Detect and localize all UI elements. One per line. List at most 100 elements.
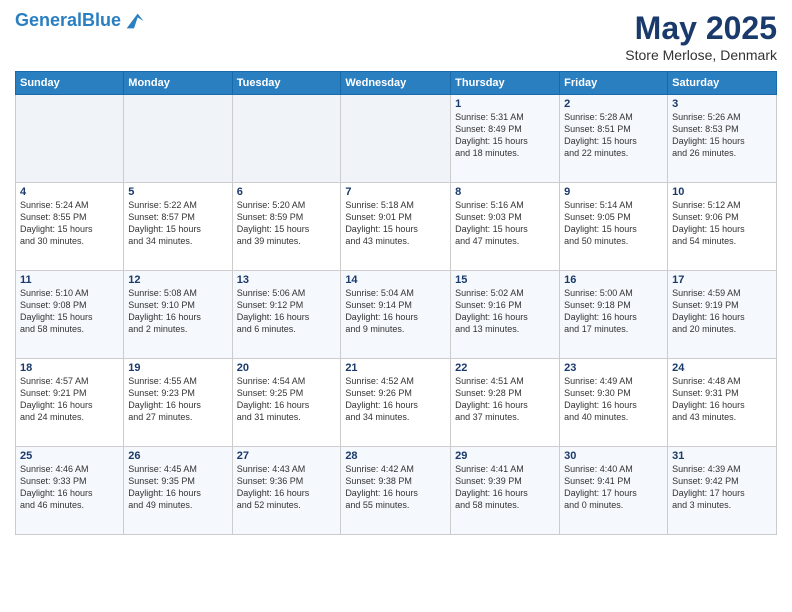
day-info: Sunrise: 5:31 AM Sunset: 8:49 PM Dayligh…	[455, 111, 555, 160]
day-number: 16	[564, 274, 663, 286]
day-info: Sunrise: 5:14 AM Sunset: 9:05 PM Dayligh…	[564, 199, 663, 248]
day-number: 27	[237, 450, 337, 462]
weekday-header-row: SundayMondayTuesdayWednesdayThursdayFrid…	[16, 72, 777, 95]
day-info: Sunrise: 4:46 AM Sunset: 9:33 PM Dayligh…	[20, 463, 119, 512]
day-number: 15	[455, 274, 555, 286]
day-number: 31	[672, 450, 772, 462]
weekday-header-friday: Friday	[560, 72, 668, 95]
day-cell: 10Sunrise: 5:12 AM Sunset: 9:06 PM Dayli…	[668, 183, 777, 271]
day-cell: 4Sunrise: 5:24 AM Sunset: 8:55 PM Daylig…	[16, 183, 124, 271]
day-number: 10	[672, 186, 772, 198]
day-cell: 8Sunrise: 5:16 AM Sunset: 9:03 PM Daylig…	[451, 183, 560, 271]
day-info: Sunrise: 5:04 AM Sunset: 9:14 PM Dayligh…	[345, 287, 446, 336]
day-info: Sunrise: 5:12 AM Sunset: 9:06 PM Dayligh…	[672, 199, 772, 248]
day-cell: 11Sunrise: 5:10 AM Sunset: 9:08 PM Dayli…	[16, 271, 124, 359]
day-cell: 5Sunrise: 5:22 AM Sunset: 8:57 PM Daylig…	[124, 183, 232, 271]
day-info: Sunrise: 4:39 AM Sunset: 9:42 PM Dayligh…	[672, 463, 772, 512]
day-cell: 16Sunrise: 5:00 AM Sunset: 9:18 PM Dayli…	[560, 271, 668, 359]
day-info: Sunrise: 4:54 AM Sunset: 9:25 PM Dayligh…	[237, 375, 337, 424]
day-number: 17	[672, 274, 772, 286]
day-cell: 6Sunrise: 5:20 AM Sunset: 8:59 PM Daylig…	[232, 183, 341, 271]
day-cell: 31Sunrise: 4:39 AM Sunset: 9:42 PM Dayli…	[668, 447, 777, 535]
day-cell: 21Sunrise: 4:52 AM Sunset: 9:26 PM Dayli…	[341, 359, 451, 447]
weekday-header-tuesday: Tuesday	[232, 72, 341, 95]
calendar-title: May 2025	[625, 10, 777, 47]
day-info: Sunrise: 5:22 AM Sunset: 8:57 PM Dayligh…	[128, 199, 227, 248]
day-cell: 3Sunrise: 5:26 AM Sunset: 8:53 PM Daylig…	[668, 95, 777, 183]
day-number: 13	[237, 274, 337, 286]
day-cell: 7Sunrise: 5:18 AM Sunset: 9:01 PM Daylig…	[341, 183, 451, 271]
header: GeneralBlue May 2025 Store Merlose, Denm…	[15, 10, 777, 63]
weekday-header-saturday: Saturday	[668, 72, 777, 95]
day-number: 28	[345, 450, 446, 462]
logo-general: General	[15, 10, 82, 30]
title-block: May 2025 Store Merlose, Denmark	[625, 10, 777, 63]
day-number: 3	[672, 98, 772, 110]
day-info: Sunrise: 5:10 AM Sunset: 9:08 PM Dayligh…	[20, 287, 119, 336]
day-cell: 15Sunrise: 5:02 AM Sunset: 9:16 PM Dayli…	[451, 271, 560, 359]
day-number: 9	[564, 186, 663, 198]
day-info: Sunrise: 4:52 AM Sunset: 9:26 PM Dayligh…	[345, 375, 446, 424]
day-number: 19	[128, 362, 227, 374]
day-cell: 20Sunrise: 4:54 AM Sunset: 9:25 PM Dayli…	[232, 359, 341, 447]
day-cell: 22Sunrise: 4:51 AM Sunset: 9:28 PM Dayli…	[451, 359, 560, 447]
day-cell: 2Sunrise: 5:28 AM Sunset: 8:51 PM Daylig…	[560, 95, 668, 183]
weekday-header-monday: Monday	[124, 72, 232, 95]
weekday-header-thursday: Thursday	[451, 72, 560, 95]
day-number: 18	[20, 362, 119, 374]
day-info: Sunrise: 5:06 AM Sunset: 9:12 PM Dayligh…	[237, 287, 337, 336]
day-info: Sunrise: 5:28 AM Sunset: 8:51 PM Dayligh…	[564, 111, 663, 160]
day-info: Sunrise: 4:48 AM Sunset: 9:31 PM Dayligh…	[672, 375, 772, 424]
day-cell: 26Sunrise: 4:45 AM Sunset: 9:35 PM Dayli…	[124, 447, 232, 535]
week-row-5: 25Sunrise: 4:46 AM Sunset: 9:33 PM Dayli…	[16, 447, 777, 535]
day-info: Sunrise: 5:18 AM Sunset: 9:01 PM Dayligh…	[345, 199, 446, 248]
day-number: 11	[20, 274, 119, 286]
day-info: Sunrise: 4:51 AM Sunset: 9:28 PM Dayligh…	[455, 375, 555, 424]
day-info: Sunrise: 5:00 AM Sunset: 9:18 PM Dayligh…	[564, 287, 663, 336]
day-cell: 17Sunrise: 4:59 AM Sunset: 9:19 PM Dayli…	[668, 271, 777, 359]
day-cell: 14Sunrise: 5:04 AM Sunset: 9:14 PM Dayli…	[341, 271, 451, 359]
day-cell: 29Sunrise: 4:41 AM Sunset: 9:39 PM Dayli…	[451, 447, 560, 535]
day-number: 23	[564, 362, 663, 374]
day-number: 30	[564, 450, 663, 462]
day-cell	[341, 95, 451, 183]
day-info: Sunrise: 4:42 AM Sunset: 9:38 PM Dayligh…	[345, 463, 446, 512]
day-number: 4	[20, 186, 119, 198]
day-number: 24	[672, 362, 772, 374]
day-number: 14	[345, 274, 446, 286]
week-row-4: 18Sunrise: 4:57 AM Sunset: 9:21 PM Dayli…	[16, 359, 777, 447]
day-number: 7	[345, 186, 446, 198]
day-number: 21	[345, 362, 446, 374]
weekday-header-wednesday: Wednesday	[341, 72, 451, 95]
day-info: Sunrise: 5:20 AM Sunset: 8:59 PM Dayligh…	[237, 199, 337, 248]
day-info: Sunrise: 4:41 AM Sunset: 9:39 PM Dayligh…	[455, 463, 555, 512]
logo: GeneralBlue	[15, 10, 145, 32]
day-cell: 1Sunrise: 5:31 AM Sunset: 8:49 PM Daylig…	[451, 95, 560, 183]
day-cell: 27Sunrise: 4:43 AM Sunset: 9:36 PM Dayli…	[232, 447, 341, 535]
week-row-3: 11Sunrise: 5:10 AM Sunset: 9:08 PM Dayli…	[16, 271, 777, 359]
weekday-header-sunday: Sunday	[16, 72, 124, 95]
day-number: 1	[455, 98, 555, 110]
day-info: Sunrise: 5:26 AM Sunset: 8:53 PM Dayligh…	[672, 111, 772, 160]
day-info: Sunrise: 4:49 AM Sunset: 9:30 PM Dayligh…	[564, 375, 663, 424]
day-info: Sunrise: 4:43 AM Sunset: 9:36 PM Dayligh…	[237, 463, 337, 512]
day-number: 25	[20, 450, 119, 462]
day-info: Sunrise: 4:59 AM Sunset: 9:19 PM Dayligh…	[672, 287, 772, 336]
day-info: Sunrise: 4:45 AM Sunset: 9:35 PM Dayligh…	[128, 463, 227, 512]
calendar-table: SundayMondayTuesdayWednesdayThursdayFrid…	[15, 71, 777, 535]
day-cell: 19Sunrise: 4:55 AM Sunset: 9:23 PM Dayli…	[124, 359, 232, 447]
day-info: Sunrise: 5:24 AM Sunset: 8:55 PM Dayligh…	[20, 199, 119, 248]
day-number: 2	[564, 98, 663, 110]
calendar-subtitle: Store Merlose, Denmark	[625, 47, 777, 63]
day-cell: 9Sunrise: 5:14 AM Sunset: 9:05 PM Daylig…	[560, 183, 668, 271]
day-number: 8	[455, 186, 555, 198]
day-info: Sunrise: 5:16 AM Sunset: 9:03 PM Dayligh…	[455, 199, 555, 248]
day-cell	[124, 95, 232, 183]
day-number: 5	[128, 186, 227, 198]
logo-icon	[123, 10, 145, 32]
day-info: Sunrise: 4:40 AM Sunset: 9:41 PM Dayligh…	[564, 463, 663, 512]
day-info: Sunrise: 4:57 AM Sunset: 9:21 PM Dayligh…	[20, 375, 119, 424]
day-cell: 25Sunrise: 4:46 AM Sunset: 9:33 PM Dayli…	[16, 447, 124, 535]
week-row-1: 1Sunrise: 5:31 AM Sunset: 8:49 PM Daylig…	[16, 95, 777, 183]
day-info: Sunrise: 5:02 AM Sunset: 9:16 PM Dayligh…	[455, 287, 555, 336]
